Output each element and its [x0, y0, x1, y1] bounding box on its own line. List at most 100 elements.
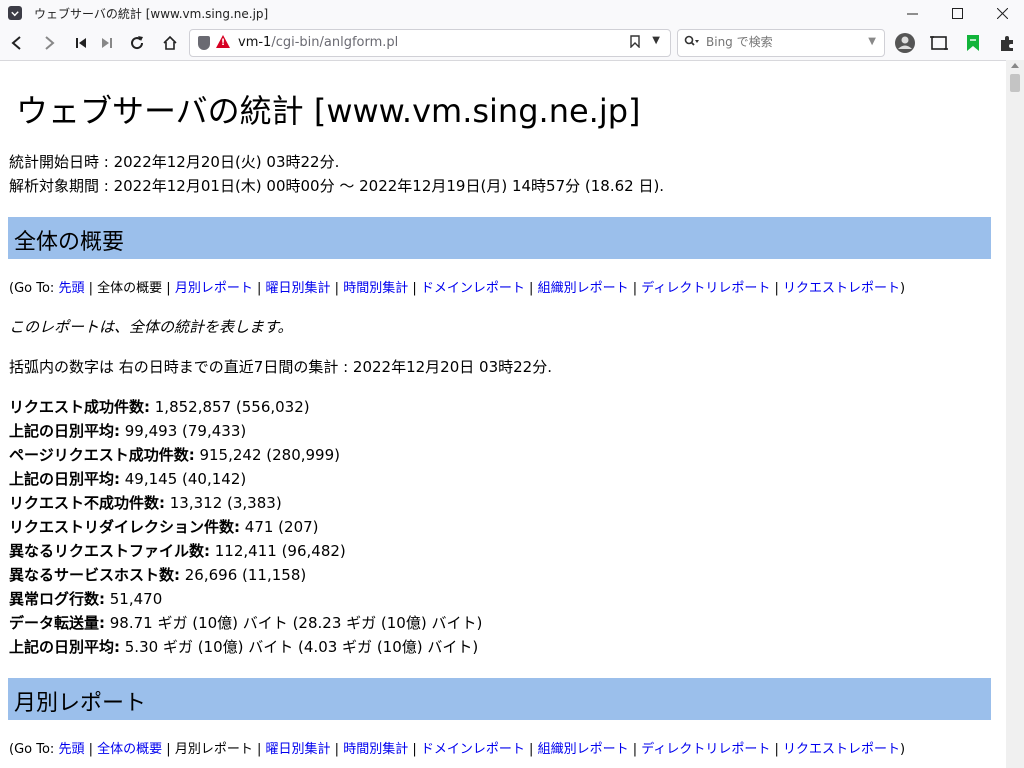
- stat-value: 49,145 (40,142): [120, 470, 247, 488]
- goto-link-top[interactable]: 先頭: [58, 742, 84, 757]
- goto-suffix: ): [900, 742, 906, 757]
- goto-link-weekday[interactable]: 曜日別集計: [266, 742, 331, 757]
- account-button[interactable]: [892, 30, 918, 56]
- close-button[interactable]: [979, 0, 1024, 26]
- bookmark-icon[interactable]: [630, 35, 640, 52]
- stat-label: リクエスト不成功件数:: [9, 494, 165, 512]
- goto-prefix: (Go To:: [9, 281, 55, 296]
- summary-note: このレポートは、全体の統計を表します。: [9, 318, 293, 336]
- tracking-shield-icon[interactable]: [198, 36, 210, 50]
- forward-button[interactable]: [36, 30, 62, 56]
- goto-link-directory[interactable]: ディレクトリレポート: [641, 742, 770, 757]
- stat-row: 上記の日別平均: 99,493 (79,433): [9, 421, 246, 441]
- url-dropdown-icon[interactable]: ▼: [652, 35, 660, 46]
- scrollbar-thumb[interactable]: [1010, 74, 1020, 92]
- stat-label: リクエストリダイレクション件数:: [9, 518, 241, 536]
- stat-label: 異常ログ行数:: [9, 590, 105, 608]
- stat-row: ページリクエスト成功件数: 915,242 (280,999): [9, 445, 340, 465]
- goto-link-organization[interactable]: 組織別レポート: [538, 742, 629, 757]
- stat-row: 上記の日別平均: 49,145 (40,142): [9, 469, 246, 489]
- goto-current-monthly: 月別レポート: [174, 742, 253, 757]
- back-button[interactable]: [4, 30, 30, 56]
- window-titlebar: ウェブサーバの統計 [www.vm.sing.ne.jp]: [0, 0, 1024, 26]
- stat-label: 上記の日別平均:: [9, 422, 120, 440]
- stat-row: 異なるサービスホスト数: 26,696 (11,158): [9, 565, 306, 585]
- stat-row: 上記の日別平均: 5.30 ギガ (10億) バイト (4.03 ギガ (10億…: [9, 637, 478, 657]
- stat-row: 異常ログ行数: 51,470: [9, 589, 162, 609]
- screenshot-button[interactable]: [926, 30, 952, 56]
- search-dropdown-icon[interactable]: ▼: [868, 36, 876, 47]
- home-icon: [163, 35, 177, 50]
- stat-value: 471 (207): [240, 518, 319, 536]
- goto-prefix: (Go To:: [9, 742, 55, 757]
- goto-link-overview[interactable]: 全体の概要: [97, 742, 162, 757]
- section-heading-monthly: 月別レポート: [14, 691, 147, 716]
- stat-value: 112,411 (96,482): [210, 542, 346, 560]
- stat-label: 上記の日別平均:: [9, 638, 120, 656]
- stat-label: ページリクエスト成功件数:: [9, 446, 195, 464]
- scroll-up-arrow-icon[interactable]: [1011, 63, 1019, 68]
- goto-link-hourly[interactable]: 時間別集計: [343, 281, 408, 296]
- skip-forward-icon: [102, 38, 112, 48]
- goto-link-hourly[interactable]: 時間別集計: [343, 742, 408, 757]
- goto-suffix: ): [900, 281, 906, 296]
- goto-link-organization[interactable]: 組織別レポート: [538, 281, 629, 296]
- section-heading-overview: 全体の概要: [14, 230, 125, 255]
- goto-nav-monthly: (Go To: 先頭 | 全体の概要 | 月別レポート | 曜日別集計 | 時間…: [9, 742, 906, 757]
- section-header-monthly: 月別レポート: [8, 678, 991, 720]
- vertical-scrollbar[interactable]: [1006, 60, 1024, 768]
- stat-row: 異なるリクエストファイル数: 112,411 (96,482): [9, 541, 346, 561]
- reload-icon: [131, 36, 144, 50]
- stat-row: リクエスト不成功件数: 13,312 (3,383): [9, 493, 282, 513]
- reload-button[interactable]: [124, 30, 150, 56]
- search-bar[interactable]: ▼: [677, 29, 885, 57]
- skip-forward-button[interactable]: [94, 30, 120, 56]
- home-button[interactable]: [157, 30, 183, 56]
- url-host: vm-1: [238, 35, 272, 50]
- goto-link-directory[interactable]: ディレクトリレポート: [641, 281, 770, 296]
- stat-label: リクエスト成功件数:: [9, 398, 150, 416]
- puzzle-piece-icon: [1001, 36, 1013, 51]
- goto-link-top[interactable]: 先頭: [58, 281, 84, 296]
- recent-period-note: 括弧内の数字は 右の日時までの直近7日間の集計 : 2022年12月20日 03…: [9, 358, 552, 376]
- stat-row: リクエスト成功件数: 1,852,857 (556,032): [9, 397, 310, 417]
- stat-value: 13,312 (3,383): [165, 494, 282, 512]
- screenshot-icon: [930, 36, 948, 50]
- address-bar[interactable]: ! vm-1/cgi-bin/anlgform.pl ▼: [189, 29, 671, 57]
- stat-value: 5.30 ギガ (10億) バイト (4.03 ギガ (10億) バイト): [120, 638, 479, 656]
- analysis-period-line: 解析対象期間 : 2022年12月01日(木) 00時00分 〜 2022年12…: [9, 177, 665, 195]
- warning-exclamation-icon: !: [221, 38, 226, 48]
- stat-label: 異なるサービスホスト数:: [9, 566, 180, 584]
- stat-value: 26,696 (11,158): [180, 566, 307, 584]
- minimize-button[interactable]: [889, 0, 935, 26]
- account-avatar-icon: [895, 33, 915, 53]
- stat-label: データ転送量:: [9, 614, 105, 632]
- window-title: ウェブサーバの統計 [www.vm.sing.ne.jp]: [34, 6, 269, 21]
- stat-value: 915,242 (280,999): [194, 446, 341, 464]
- maximize-button[interactable]: [934, 0, 980, 26]
- goto-link-monthly[interactable]: 月別レポート: [175, 281, 253, 296]
- navigation-toolbar: ! vm-1/cgi-bin/anlgform.pl ▼ ▼: [0, 26, 1024, 61]
- goto-current-overview: 全体の概要: [97, 281, 163, 296]
- forward-arrow-icon: [45, 36, 55, 50]
- skip-back-button[interactable]: [68, 30, 94, 56]
- goto-link-weekday[interactable]: 曜日別集計: [266, 281, 331, 296]
- green-bookmark-extension-icon: [967, 35, 979, 51]
- close-icon: [996, 7, 1008, 19]
- page-content: ウェブサーバの統計 [www.vm.sing.ne.jp] 統計開始日時 : 2…: [0, 60, 1006, 768]
- maximize-icon: [951, 7, 963, 19]
- goto-link-request[interactable]: リクエストレポート: [783, 742, 900, 757]
- minimize-icon: [906, 13, 918, 14]
- goto-link-domain[interactable]: ドメインレポート: [421, 742, 525, 757]
- search-input[interactable]: [704, 34, 858, 50]
- goto-nav-overview: (Go To: 先頭 | 全体の概要 | 月別レポート | 曜日別集計 | 時間…: [9, 281, 906, 296]
- goto-link-request[interactable]: リクエストレポート: [783, 281, 900, 296]
- url-text[interactable]: vm-1/cgi-bin/anlgform.pl: [238, 35, 398, 50]
- section-header-overview: 全体の概要: [8, 217, 991, 259]
- green-extension-button[interactable]: [960, 30, 986, 56]
- stat-value: 99,493 (79,433): [120, 422, 247, 440]
- goto-link-domain[interactable]: ドメインレポート: [421, 281, 525, 296]
- stat-row: データ転送量: 98.71 ギガ (10億) バイト (28.23 ギガ (10…: [9, 613, 482, 633]
- browser-app-icon: [8, 6, 22, 20]
- extensions-button[interactable]: [994, 30, 1020, 56]
